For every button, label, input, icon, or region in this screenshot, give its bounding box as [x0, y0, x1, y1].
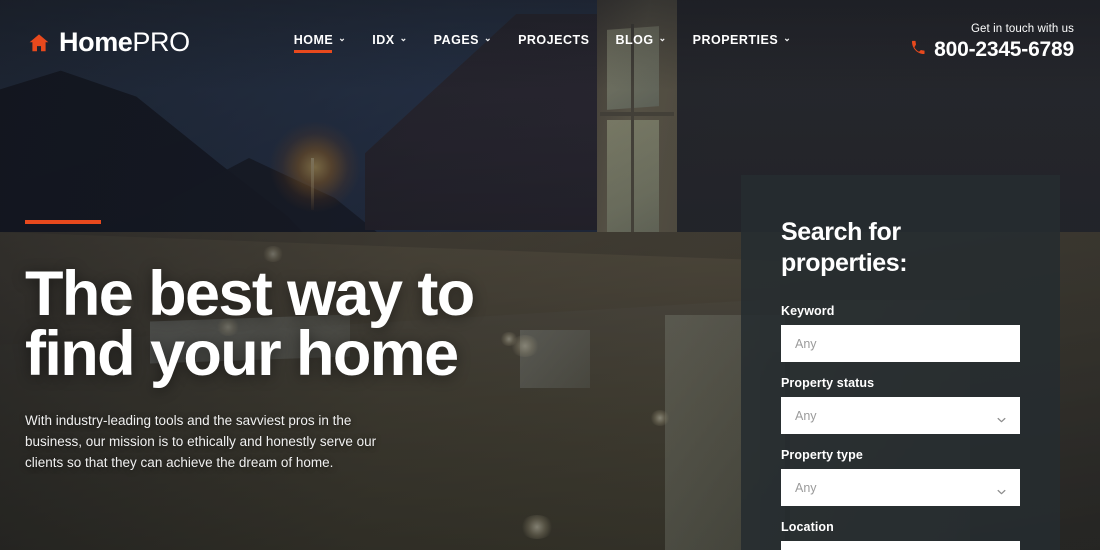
page-title: The best way to find your home [25, 263, 545, 386]
home-icon [28, 32, 50, 54]
nav-item-label: BLOG [615, 32, 654, 47]
nav-item-idx[interactable]: IDX ⌄ [372, 33, 407, 53]
field-location: Location Any [781, 520, 1020, 550]
chevron-down-icon: ⌄ [338, 33, 347, 43]
keyword-input[interactable]: Any [781, 325, 1020, 362]
chevron-down-icon: ⌄ [658, 33, 667, 43]
chevron-down-icon [997, 411, 1006, 422]
nav-item-label: PAGES [433, 32, 480, 47]
chevron-down-icon: ⌄ [783, 33, 792, 43]
property-search-panel: Search for properties: Keyword Any Prope… [741, 175, 1060, 550]
field-keyword: Keyword Any [781, 304, 1020, 362]
chevron-down-icon [997, 483, 1006, 494]
field-label: Property type [781, 448, 863, 462]
nav-item-home[interactable]: HOME ⌄ [293, 32, 347, 53]
chevron-down-icon: ⌄ [399, 33, 408, 43]
property-status-select[interactable]: Any [781, 397, 1020, 434]
property-type-select[interactable]: Any [781, 469, 1020, 506]
contact-phone[interactable]: 800-2345-6789 [910, 38, 1074, 62]
nav-item-pages[interactable]: PAGES ⌄ [434, 33, 492, 53]
field-label: Keyword [781, 304, 835, 318]
contact-label: Get in touch with us [971, 23, 1074, 35]
field-value: Any [795, 336, 817, 351]
hero-paragraph: With industry-leading tools and the savv… [25, 412, 377, 470]
search-title-line-2: properties: [781, 248, 908, 277]
nav-item-blog[interactable]: BLOG ⌄ [615, 33, 666, 53]
field-property-type: Property type Any [781, 448, 1020, 506]
field-label: Property status [781, 376, 875, 390]
field-property-status: Property status Any [781, 376, 1020, 434]
nav-item-projects[interactable]: PROJECTS [518, 33, 589, 53]
main-navigation: HOME ⌄ IDX ⌄ PAGES ⌄ PROJECTS BLOG ⌄ PRO… [293, 32, 792, 53]
nav-item-label: HOME [293, 32, 334, 47]
site-header: HomePRO HOME ⌄ IDX ⌄ PAGES ⌄ PROJECTS BL… [0, 0, 1100, 85]
search-panel-title: Search for properties: [781, 217, 1020, 278]
field-value: Any [795, 480, 817, 495]
field-value: Any [795, 408, 817, 423]
chevron-down-icon: ⌄ [484, 33, 493, 43]
accent-bar [25, 220, 101, 224]
field-label: Location [781, 520, 834, 534]
phone-icon [910, 38, 926, 62]
contact-phone-number: 800-2345-6789 [934, 38, 1074, 61]
nav-item-label: PROPERTIES [692, 32, 779, 47]
hero-section: HomePRO HOME ⌄ IDX ⌄ PAGES ⌄ PROJECTS BL… [0, 0, 1100, 550]
location-input[interactable]: Any [781, 541, 1020, 550]
nav-item-label: PROJECTS [518, 32, 590, 47]
nav-item-label: IDX [372, 32, 395, 47]
brand-name: HomePRO [59, 29, 190, 56]
search-title-line-1: Search for [781, 218, 901, 246]
brand-name-bold: Home [59, 27, 133, 57]
brand-logo[interactable]: HomePRO [28, 29, 190, 56]
contact-block: Get in touch with us 800-2345-6789 [910, 23, 1074, 62]
brand-name-light: PRO [132, 27, 190, 57]
nav-item-properties[interactable]: PROPERTIES ⌄ [693, 33, 792, 53]
hero-copy: The best way to find your home With indu… [25, 220, 545, 474]
hero-title-line-2: find your home [25, 319, 459, 390]
